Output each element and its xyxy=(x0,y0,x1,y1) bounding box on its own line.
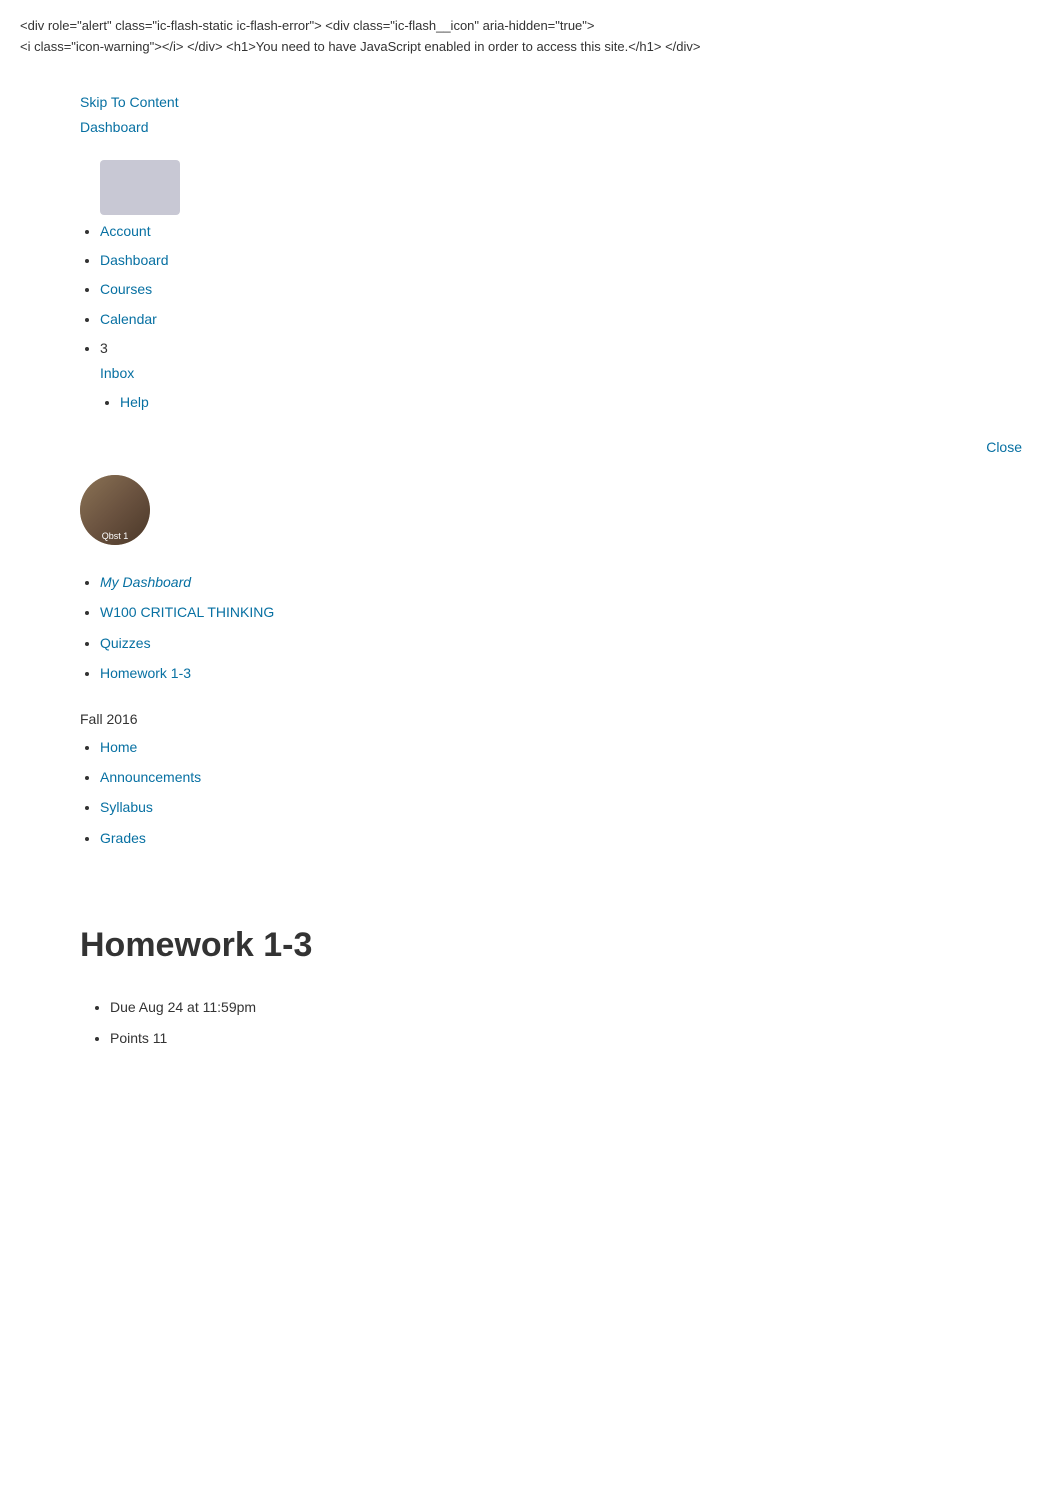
close-area: Close xyxy=(0,429,1062,465)
homework-link[interactable]: Homework 1-3 xyxy=(100,665,191,681)
skip-to-content-link[interactable]: Skip To Content xyxy=(80,90,982,115)
syllabus-link[interactable]: Syllabus xyxy=(100,799,153,815)
inbox-nav-link[interactable]: Inbox xyxy=(100,365,134,381)
skip-links: Skip To Content Dashboard xyxy=(0,74,1062,156)
announcements-link[interactable]: Announcements xyxy=(100,769,201,785)
points-item: Points 11 xyxy=(110,1026,982,1051)
page-title: Homework 1-3 xyxy=(80,926,982,965)
course-nav: My Dashboard W100 CRITICAL THINKING Quiz… xyxy=(0,570,1062,701)
flash-alert: <div role="alert" class="ic-flash-static… xyxy=(0,0,1062,74)
calendar-nav-link[interactable]: Calendar xyxy=(100,311,157,327)
user-section: Qbst 1 xyxy=(0,465,1062,565)
avatar-label: Qbst 1 xyxy=(102,531,129,541)
nav-avatar-placeholder xyxy=(100,160,180,215)
grades-link[interactable]: Grades xyxy=(100,830,146,846)
help-nav-link[interactable]: Help xyxy=(120,394,149,410)
quizzes-link[interactable]: Quizzes xyxy=(100,635,151,651)
home-link[interactable]: Home xyxy=(100,739,137,755)
flash-alert-text: <div role="alert" class="ic-flash-static… xyxy=(20,18,701,54)
dashboard-link-top[interactable]: Dashboard xyxy=(80,115,982,140)
my-dashboard-link[interactable]: My Dashboard xyxy=(100,574,191,590)
dashboard-nav-link[interactable]: Dashboard xyxy=(100,252,169,268)
courses-nav-link[interactable]: Courses xyxy=(100,281,152,297)
account-link[interactable]: Account xyxy=(100,223,151,239)
close-button[interactable]: Close xyxy=(986,439,1022,455)
main-content: Homework 1-3 Due Aug 24 at 11:59pm Point… xyxy=(0,866,1062,1097)
course-name-link[interactable]: W100 CRITICAL THINKING xyxy=(100,604,274,620)
semester-section: Fall 2016 Home Announcements Syllabus Gr… xyxy=(0,701,1062,866)
inbox-badge: 3 xyxy=(100,340,108,356)
top-nav: Account Dashboard Courses Calendar 3 Inb… xyxy=(0,160,1062,429)
semester-nav: Home Announcements Syllabus Grades xyxy=(80,735,982,851)
user-avatar: Qbst 1 xyxy=(80,475,150,545)
due-date-item: Due Aug 24 at 11:59pm xyxy=(110,995,982,1020)
semester-label: Fall 2016 xyxy=(80,711,982,727)
details-list: Due Aug 24 at 11:59pm Points 11 xyxy=(80,995,982,1051)
